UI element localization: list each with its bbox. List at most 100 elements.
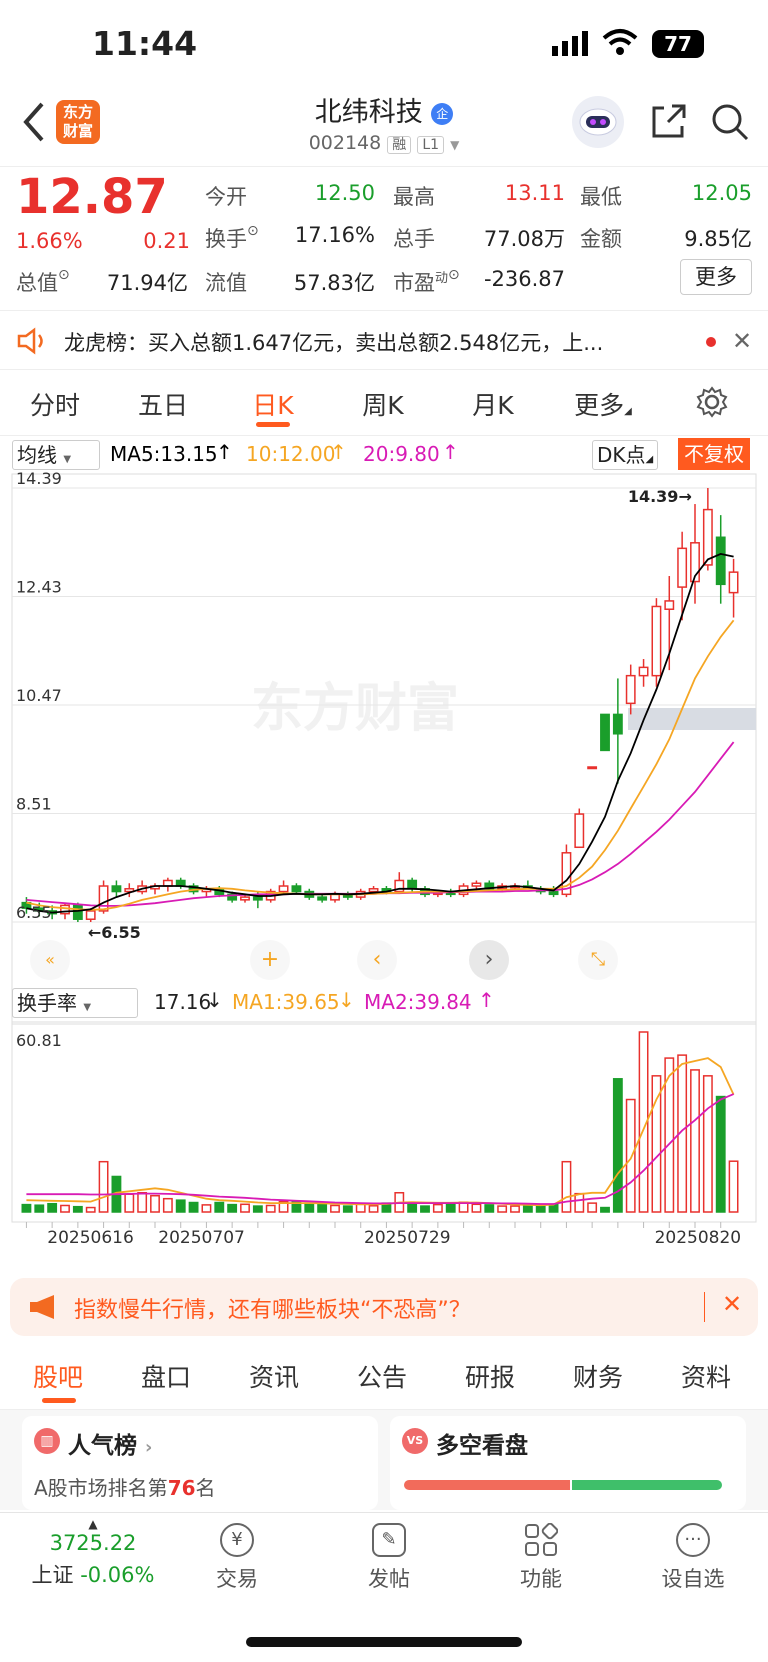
more-button[interactable]: 更多: [680, 259, 752, 295]
turnover-bar: [330, 1204, 340, 1213]
chart-zoom-out-icon[interactable]: «: [30, 940, 70, 980]
settings-gear-icon[interactable]: [696, 386, 728, 422]
share-icon[interactable]: [648, 102, 688, 146]
turnover-label-text: 换手: [205, 227, 247, 251]
candle-body: [240, 896, 250, 901]
tab-five-day[interactable]: 五日: [118, 386, 208, 422]
bullbear-card[interactable]: VS 多空看盘: [390, 1416, 746, 1510]
candle-body: [471, 882, 482, 887]
change-percent: 1.66%: [16, 229, 83, 253]
volume-label: 总手: [393, 227, 435, 251]
open-label: 今开: [205, 185, 247, 209]
turnover-bar: [304, 1202, 315, 1213]
price-axis-label: 10.47: [16, 686, 62, 705]
candle-body: [574, 813, 585, 849]
date-axis-label: 20250616: [47, 1228, 134, 1248]
ma20-line: [26, 741, 735, 907]
turnover-bar: [432, 1203, 443, 1213]
nav-watchlist[interactable]: ··· 设自选: [638, 1523, 748, 1593]
turnover-bar: [162, 1197, 173, 1213]
turnover-bar: [201, 1204, 212, 1213]
chart-period-tabs: 分时 五日 日K 周K 月K 更多◢: [0, 372, 768, 436]
tab-weekly-k[interactable]: 周K: [338, 386, 428, 422]
turnover-bar: [535, 1205, 546, 1213]
yuan-icon: ¥: [220, 1523, 254, 1557]
tab-daily-k[interactable]: 日K: [228, 386, 318, 422]
tab-news[interactable]: 资讯: [224, 1358, 324, 1394]
open-value: 12.50: [314, 181, 375, 205]
chevron-right-icon: ›: [145, 1437, 153, 1458]
stock-code: 002148: [308, 132, 382, 154]
close-icon[interactable]: ✕: [732, 327, 752, 355]
nav-functions[interactable]: 功能: [486, 1522, 596, 1593]
info-icon[interactable]: ⊙: [58, 267, 70, 283]
price-axis-label: 6.55: [16, 903, 52, 922]
tab-financials[interactable]: 财务: [548, 1358, 648, 1394]
grid-icon: [524, 1522, 559, 1557]
tab-intraday[interactable]: 分时: [10, 386, 100, 422]
tab-forum[interactable]: 股吧: [8, 1358, 108, 1394]
chart-expand-icon[interactable]: ⤡: [578, 940, 618, 980]
indicator-select[interactable]: 换手率 ▼: [12, 988, 138, 1018]
promo-banner[interactable]: 指数慢牛行情，还有哪些板块“不恐高”？ ✕: [10, 1278, 758, 1336]
robot-assistant-icon[interactable]: [572, 96, 624, 148]
tab-more[interactable]: 更多◢: [558, 386, 648, 422]
popularity-prefix: A股市场排名第: [34, 1476, 168, 1500]
dragon-tiger-notice[interactable]: 龙虎榜：买入总额1.647亿元，卖出总额2.548亿元，上... ✕: [0, 310, 768, 370]
turnover-bar: [21, 1203, 32, 1213]
turnover-bar: [587, 1202, 598, 1213]
candle-body: [638, 666, 649, 677]
tab-research[interactable]: 研报: [440, 1358, 540, 1394]
speaker-icon: [16, 327, 48, 359]
turnover-bar: [715, 1095, 726, 1213]
signal-icon: [552, 30, 592, 62]
info-icon[interactable]: ⊙: [448, 267, 460, 283]
tab-orderbook[interactable]: 盘口: [116, 1358, 216, 1394]
popularity-card[interactable]: ▥ 人气榜 › A股市场排名第76名: [22, 1416, 378, 1510]
kline-chart[interactable]: 东方财富 14.39 12.43 10.47 8.51 6.55 14.39→ ←6.55 6…: [0, 436, 768, 1266]
nav-trade-label: 交易: [216, 1567, 258, 1591]
change-amount: 0.21: [143, 229, 190, 253]
banner-divider: [704, 1292, 705, 1322]
turnover-bar: [690, 1069, 700, 1213]
turnover-bar: [137, 1192, 148, 1213]
tab-profile[interactable]: 资料: [656, 1358, 756, 1394]
turnover-bar: [85, 1206, 96, 1213]
stock-header: 东方财富 北纬科技 企 002148 融 L1 ▼: [0, 90, 768, 164]
turnover-bar: [497, 1205, 508, 1213]
info-icon[interactable]: ⊙: [247, 223, 259, 239]
badge-level: L1: [417, 136, 445, 154]
popularity-rank: 76: [167, 1476, 196, 1500]
status-bar: 11:44 77: [0, 0, 768, 90]
chart-right-icon[interactable]: ›: [469, 940, 509, 980]
ma10-line: [26, 619, 735, 911]
content-tabs: 股吧 盘口 资讯 公告 研报 财务 资料: [0, 1346, 768, 1410]
bullbear-title: 多空看盘: [436, 1433, 528, 1459]
max-price-annotation: 14.39→: [628, 487, 692, 506]
turnover-bar: [240, 1203, 250, 1213]
dropdown-icon[interactable]: ▼: [450, 138, 459, 152]
candle-body: [600, 713, 610, 752]
candle-body: [317, 896, 328, 901]
nav-trade[interactable]: ¥ 交易: [182, 1523, 292, 1593]
tab-announcements[interactable]: 公告: [332, 1358, 432, 1394]
float-value: 57.83亿: [293, 271, 375, 295]
low-label: 最低: [580, 185, 622, 209]
forum-cards: ▥ 人气榜 › A股市场排名第76名 VS 多空看盘: [0, 1410, 768, 1510]
candle-body: [715, 536, 726, 586]
index-widget[interactable]: ▲ 3725.22 上证 -0.06%: [18, 1517, 168, 1589]
candle-body: [548, 890, 559, 896]
turnover-bar: [98, 1160, 109, 1213]
chart-left-icon[interactable]: ‹: [357, 940, 397, 980]
close-icon[interactable]: ✕: [722, 1290, 742, 1318]
active-tab-indicator: [42, 1398, 76, 1403]
enterprise-badge: 企: [431, 102, 454, 125]
candle-body: [587, 766, 598, 770]
search-icon[interactable]: [710, 102, 750, 146]
nav-watchlist-label: 设自选: [661, 1567, 725, 1591]
chart-add-icon[interactable]: +: [250, 940, 290, 980]
popularity-title: 人气榜 ›: [68, 1426, 152, 1460]
candle-body: [252, 896, 263, 901]
nav-post[interactable]: ✎ 发帖: [334, 1523, 444, 1593]
tab-monthly-k[interactable]: 月K: [448, 386, 538, 422]
